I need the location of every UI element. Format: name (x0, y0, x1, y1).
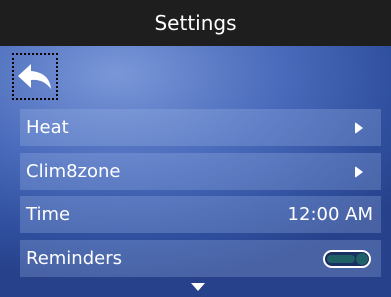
menu-item-clim8zone[interactable]: Clim8zone (20, 153, 381, 190)
menu-item-label: Reminders (26, 248, 122, 269)
toggle-knob (356, 252, 368, 265)
menu-item-reminders[interactable]: Reminders (20, 240, 381, 277)
time-value: 12:00 AM (287, 204, 373, 225)
chevron-right-icon (355, 165, 363, 178)
menu-item-label: Clim8zone (26, 161, 121, 182)
menu-item-time[interactable]: Time 12:00 AM (20, 196, 381, 233)
chevron-right-icon (355, 121, 363, 134)
menu-item-label: Heat (26, 117, 69, 138)
settings-screen: Settings Heat Clim8zone Time 12:00 AM Re… (0, 0, 391, 297)
page-title: Settings (154, 11, 237, 35)
back-arrow-icon (18, 63, 51, 89)
toggle-track-fill (327, 254, 355, 263)
menu-item-label: Time (26, 204, 71, 225)
back-button[interactable] (12, 53, 58, 100)
reminders-toggle[interactable] (323, 249, 371, 268)
menu-item-heat[interactable]: Heat (20, 109, 381, 146)
chevron-down-icon[interactable] (191, 283, 205, 291)
title-bar: Settings (0, 0, 391, 46)
